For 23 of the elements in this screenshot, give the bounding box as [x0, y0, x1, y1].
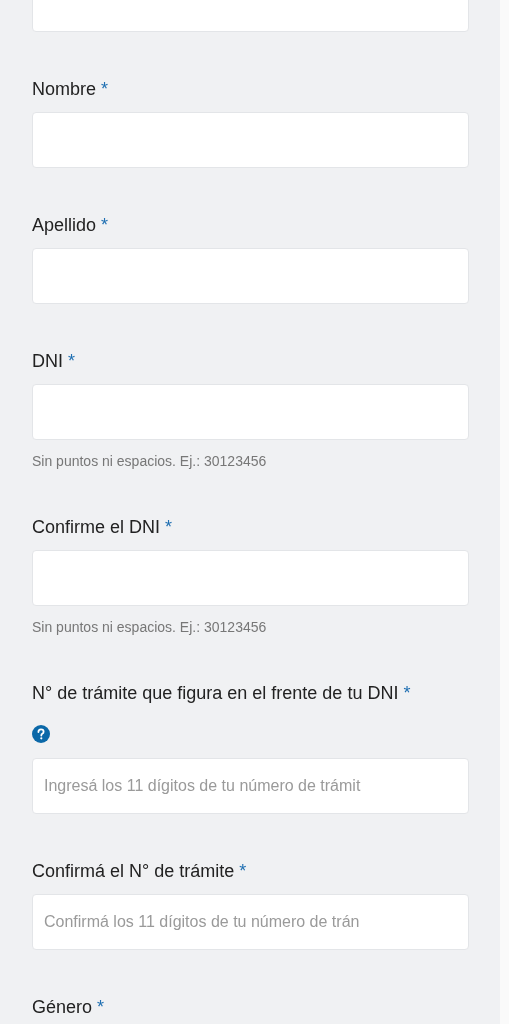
text-field[interactable]: Ingresá los 11 dígitos de tu número de trámit	[32, 758, 469, 814]
text-field[interactable]: Confirmá los 11 dígitos de tu número de trán	[32, 894, 469, 950]
field-label: Apellido *	[32, 214, 109, 237]
field-label: DNI *	[32, 350, 75, 373]
required-mark: *	[239, 861, 247, 881]
field-hint: Sin puntos ni espacios. Ej.: 30123456	[32, 618, 267, 636]
required-mark: *	[68, 351, 75, 371]
help-icon[interactable]	[32, 725, 50, 743]
text-field[interactable]	[32, 112, 469, 168]
required-mark: *	[165, 517, 173, 537]
text-field[interactable]	[32, 248, 469, 304]
field-hint: Sin puntos ni espacios. Ej.: 30123456	[32, 452, 267, 470]
field-label: N° de trámite que figura en el frente de tu DNI *	[32, 682, 411, 705]
field-label: Confirme el DNI *	[32, 516, 173, 539]
required-mark: *	[97, 997, 105, 1017]
field-label: Género *	[32, 996, 105, 1019]
required-mark: *	[101, 215, 109, 235]
text-field[interactable]	[32, 550, 469, 606]
required-mark: *	[101, 79, 109, 99]
field-label: Nombre *	[32, 78, 109, 101]
field-label: Confirmá el N° de trámite *	[32, 860, 247, 883]
text-field[interactable]	[32, 384, 469, 440]
required-mark: *	[403, 683, 411, 703]
